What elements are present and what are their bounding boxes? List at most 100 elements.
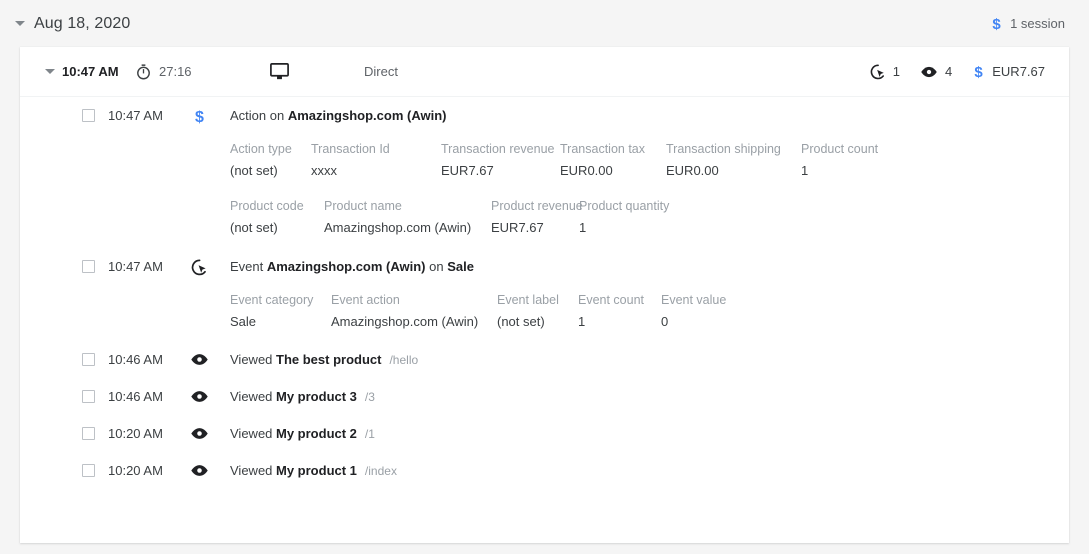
acquisition-channel: Direct — [364, 64, 398, 79]
detail-field-value: 0 — [661, 314, 669, 329]
session-collapse-toggle[interactable] — [39, 69, 61, 74]
hit-time: 10:47 AM — [108, 259, 163, 274]
detail-field: Event category Sale — [230, 293, 331, 331]
click-cursor-icon — [870, 64, 886, 80]
detail-field: Transaction revenue EUR7.67 — [441, 142, 560, 180]
detail-field-value: EUR7.67 — [441, 163, 494, 178]
date-collapse-toggle[interactable] — [10, 21, 30, 26]
checkbox-square — [81, 427, 95, 440]
hit-select-checkbox[interactable] — [77, 259, 99, 273]
detail-field-value: Amazingshop.com (Awin) — [324, 220, 472, 235]
hit-select-checkbox[interactable] — [77, 108, 99, 122]
hit-select-checkbox[interactable] — [77, 426, 99, 440]
hit-title-subject: Amazingshop.com (Awin) — [287, 108, 447, 123]
device-type — [238, 63, 320, 80]
session-duration-value: 27:16 — [159, 64, 192, 79]
hit-body: Event Amazingshop.com (Awin) on Sale Even… — [230, 259, 1069, 331]
hit-time: 10:46 AM — [108, 389, 163, 404]
detail-field: Transaction Id xxxx — [311, 142, 441, 180]
detail-field-label: Transaction Id — [311, 142, 390, 156]
hit-page-path: /hello — [389, 353, 419, 367]
events-metric: 1 — [870, 64, 900, 80]
detail-field-value: Amazingshop.com (Awin) — [331, 314, 479, 329]
hit-event[interactable]: 10:47 AM Event Amazingshop.com (Awin) on … — [20, 237, 1069, 331]
detail-field: Transaction shipping EUR0.00 — [666, 142, 801, 180]
detail-field: Event count 1 — [578, 293, 661, 331]
page-title: Aug 18, 2020 — [34, 14, 131, 32]
eye-icon — [920, 65, 938, 79]
detail-field-label: Product code — [230, 199, 304, 213]
detail-field-label: Event action — [331, 293, 400, 307]
detail-field: Transaction tax EUR0.00 — [560, 142, 666, 180]
session-count-label: 1 session — [1010, 16, 1065, 31]
pageviews-metric: 4 — [920, 64, 952, 79]
hit-detail-grid: Action type (not set) Transaction Id xxxx Tr… — [230, 142, 1069, 180]
detail-field: Product quantity 1 — [579, 199, 679, 237]
eye-icon — [186, 426, 212, 441]
hit-page-path: /1 — [364, 427, 375, 441]
detail-field: Product code (not set) — [230, 199, 324, 237]
detail-field-value: (not set) — [230, 163, 278, 178]
hit-title-subject: The best product — [276, 352, 382, 367]
chevron-down-icon — [45, 69, 55, 74]
detail-field-value: Sale — [230, 314, 257, 329]
svg-text:$: $ — [975, 64, 984, 80]
hit-detail-grid: Product code (not set) Product name Amazing… — [230, 199, 1069, 237]
hit-select-checkbox[interactable] — [77, 352, 99, 366]
checkbox-square — [81, 109, 95, 122]
eye-icon — [186, 389, 212, 404]
checkbox-square — [81, 464, 95, 477]
detail-field-value: 1 — [578, 314, 586, 329]
hit-title: Viewed My product 2/1 — [230, 426, 375, 441]
detail-field-value: xxxx — [311, 163, 337, 178]
hit-pageview-3[interactable]: 10:20 AM Viewed My product 2/1 — [20, 405, 1069, 442]
detail-field-value: 1 — [579, 220, 587, 235]
detail-field-label: Transaction revenue — [441, 142, 555, 156]
eye-icon — [186, 352, 212, 367]
checkbox-square — [81, 390, 95, 403]
hit-body: Viewed My product 2/1 — [230, 426, 1069, 442]
revenue-metric-value: EUR7.67 — [992, 64, 1045, 79]
hit-action[interactable]: 10:47 AM $ Action on Amazingshop.com (Awin… — [20, 97, 1069, 237]
dollar-icon: $ — [972, 64, 985, 80]
hit-pageview-1[interactable]: 10:46 AM Viewed The best product/hello — [20, 331, 1069, 368]
detail-field: Action type (not set) — [230, 142, 311, 180]
date-bar: Aug 18, 2020 $ 1 session — [0, 0, 1089, 47]
detail-field-label: Event category — [230, 293, 314, 307]
hit-pageview-4[interactable]: 10:20 AM Viewed My product 1/index — [20, 442, 1069, 479]
hit-pageview-2[interactable]: 10:46 AM Viewed My product 3/3 — [20, 368, 1069, 405]
detail-field-label: Event value — [661, 293, 727, 307]
hit-title: Action on Amazingshop.com (Awin) — [230, 108, 447, 123]
hit-title-subject: My product 1 — [276, 463, 357, 478]
svg-text:$: $ — [195, 109, 204, 125]
hit-title-subject: My product 2 — [276, 426, 357, 441]
detail-field: Product name Amazingshop.com (Awin) — [324, 199, 491, 237]
hit-time: 10:47 AM — [108, 108, 163, 123]
hit-page-path: /3 — [364, 390, 375, 404]
detail-field-label: Transaction shipping — [666, 142, 781, 156]
dollar-icon: $ — [990, 16, 1003, 32]
detail-field-label: Event count — [578, 293, 645, 307]
hit-title: Event Amazingshop.com (Awin) on Sale — [230, 259, 474, 274]
hit-title-subject-2: Sale — [447, 259, 474, 274]
detail-field-value: EUR0.00 — [560, 163, 613, 178]
hit-list: 10:47 AM $ Action on Amazingshop.com (Awin… — [20, 97, 1069, 479]
detail-field-label: Transaction tax — [560, 142, 645, 156]
checkbox-square — [81, 260, 95, 273]
svg-text:$: $ — [992, 16, 1001, 32]
hit-title: Viewed My product 3/3 — [230, 389, 375, 404]
hit-body: Viewed The best product/hello — [230, 352, 1069, 368]
session-start-time: 10:47 AM — [62, 64, 119, 79]
detail-field-value: EUR7.67 — [491, 220, 544, 235]
detail-field-label: Action type — [230, 142, 292, 156]
hit-body: Viewed My product 1/index — [230, 463, 1069, 479]
hit-select-checkbox[interactable] — [77, 463, 99, 477]
hit-select-checkbox[interactable] — [77, 389, 99, 403]
session-header-row[interactable]: 10:47 AM 27:16 Direct 1 4 $ EUR7.67 — [20, 47, 1069, 97]
detail-field-value: (not set) — [230, 220, 278, 235]
session-metrics: 1 4 $ EUR7.67 — [870, 64, 1045, 80]
detail-field-label: Product count — [801, 142, 879, 156]
session-card: 10:47 AM 27:16 Direct 1 4 $ EUR7.67 10:4… — [20, 47, 1069, 543]
hit-time: 10:46 AM — [108, 352, 163, 367]
date-bar-summary: $ 1 session — [990, 16, 1065, 32]
